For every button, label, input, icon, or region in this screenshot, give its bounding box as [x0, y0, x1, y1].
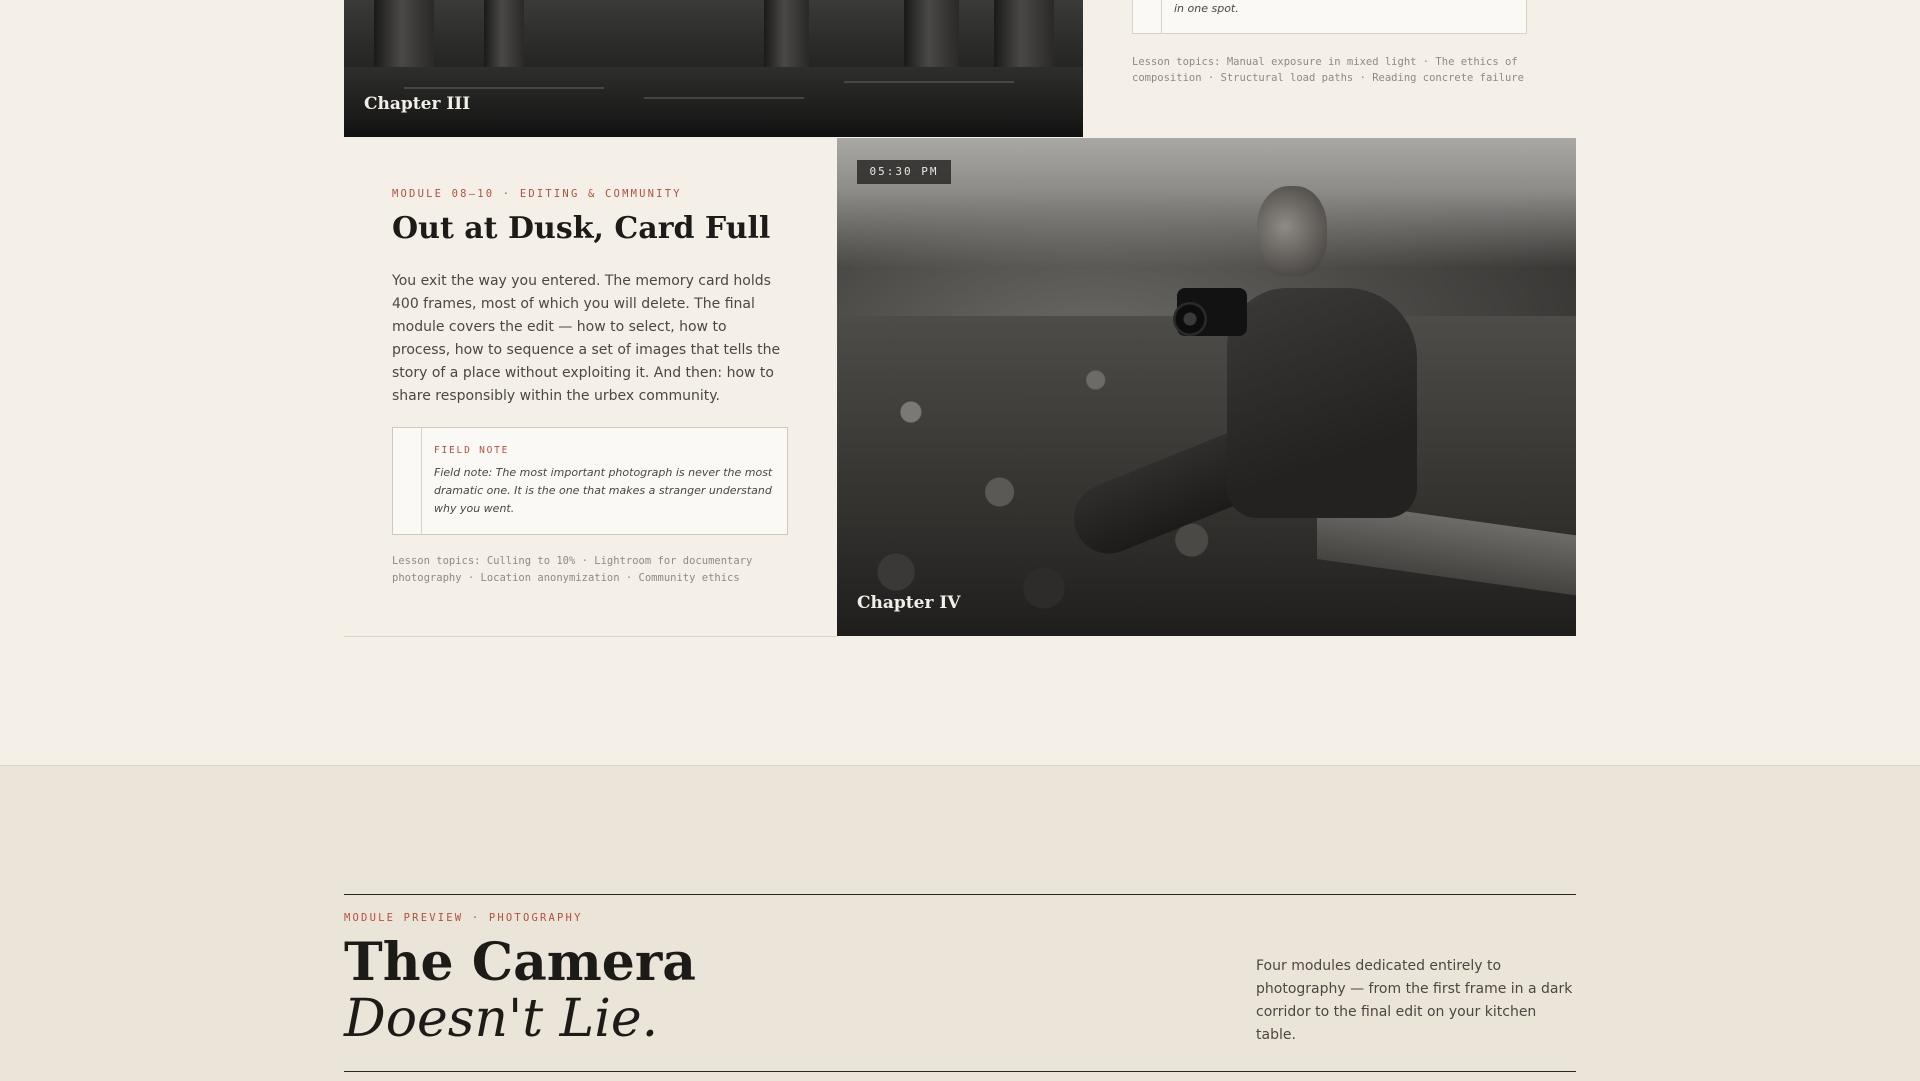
module-title: Out at Dusk, Card Full: [392, 211, 771, 246]
preview-eyebrow: MODULE PREVIEW · PHOTOGRAPHY: [344, 912, 583, 924]
field-note-text: Field note: The most important photograp…: [434, 466, 773, 515]
sky-shape: [837, 138, 1576, 268]
note-rule: [1161, 0, 1162, 33]
pillar-shape: [484, 0, 524, 75]
floor-line: [404, 87, 604, 89]
preview-band: [0, 765, 1920, 1081]
preview-description: Four modules dedicated entirely to photo…: [1256, 958, 1573, 1043]
module-eyebrow: MODULE 08–10 · EDITING & COMMUNITY: [392, 188, 682, 200]
chapter-4-photo: 05:30 PM Chapter IV: [837, 138, 1576, 636]
preview-title-italic: Doesn't Lie.: [344, 989, 659, 1049]
lesson-topics: Lesson topics: Manual exposure in mixed …: [1132, 56, 1524, 84]
preview-title: The Camera: [344, 932, 696, 993]
time-badge: 05:30 PM: [857, 160, 951, 184]
field-note-label: FIELD NOTE: [434, 445, 510, 456]
lesson-topics: Lesson topics: Culling to 10% · Lightroo…: [392, 555, 753, 584]
pillar-shape: [994, 0, 1054, 75]
floor-line: [644, 97, 804, 99]
preview-rule-top: [344, 894, 1576, 895]
preview-rule-bottom: [344, 1071, 1576, 1072]
module-body: You exit the way you entered. The memory…: [392, 273, 781, 404]
chapter-3-photo: Chapter III: [344, 0, 1083, 137]
photographer-body: [1227, 288, 1417, 518]
chapter-label: Chapter III: [364, 94, 471, 114]
pillar-shape: [764, 0, 809, 75]
field-note-box: FIELD NOTE Field note: The most importan…: [392, 427, 788, 535]
pillar-shape: [904, 0, 959, 75]
pillar-shape: [374, 0, 434, 75]
chapter-label: Chapter IV: [857, 593, 961, 613]
field-note-text: in one spot.: [1174, 2, 1239, 15]
floor-line: [844, 81, 1014, 83]
section-divider: [344, 636, 837, 637]
lens-shape: [1173, 302, 1207, 336]
field-note-box: in one spot.: [1132, 0, 1527, 34]
photographer-head: [1257, 186, 1327, 276]
note-rule: [421, 428, 422, 534]
